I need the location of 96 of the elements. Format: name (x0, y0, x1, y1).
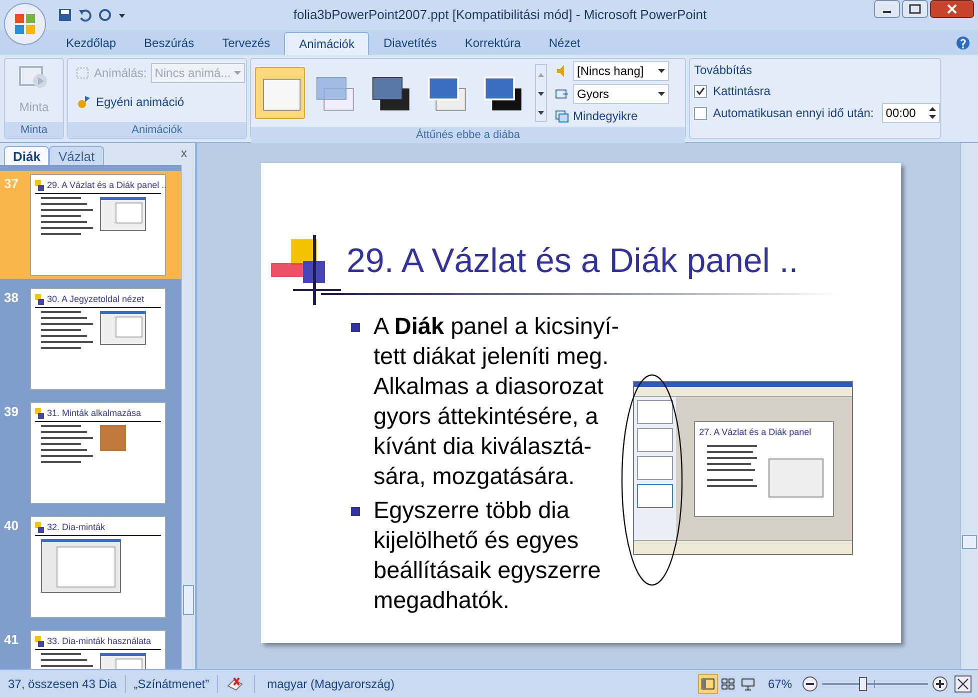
spin-arrows-icon (929, 107, 936, 119)
bullet-icon (350, 323, 360, 332)
logo-mark-icon (270, 235, 340, 305)
zoom-slider[interactable] (822, 676, 928, 692)
slide-number: 39 (4, 403, 20, 421)
speed-dropdown[interactable]: Gyors (573, 84, 669, 104)
slide-thumbnail[interactable]: 29. A Vázlat és a Diák panel .. (30, 174, 166, 276)
slide-thumbnail (637, 428, 674, 452)
thumbnail-title: 30. A Jegyzetoldal nézet (47, 293, 144, 306)
logo-mark-icon (35, 408, 45, 420)
screenshot-drawing (100, 310, 146, 344)
scrollbar[interactable] (181, 165, 195, 669)
gallery-scroll-buttons[interactable] (535, 64, 547, 122)
animate-label: Animálás: (94, 65, 147, 82)
slide-number: 40 (4, 517, 20, 535)
ribbon-tab[interactable]: Beszúrás (130, 32, 208, 55)
group-label: Animációk (68, 122, 246, 138)
slides-icon (555, 109, 569, 123)
minimize-icon[interactable] (874, 0, 900, 18)
panel-tab[interactable]: Diák (4, 146, 50, 165)
normal-view-icon (700, 676, 716, 690)
sound-dropdown[interactable]: [Nincs hang] (573, 61, 669, 81)
zoom-in-icon[interactable] (932, 676, 948, 692)
undo-icon[interactable] (78, 8, 92, 22)
slide-thumbnail-row[interactable]: 37 29. A Vázlat és a Diák panel .. (0, 171, 181, 279)
slide-thumbnail (637, 456, 674, 480)
bullet-text: Egyszerre több dia kijelölhető és egyes beállításaik egyszerre megadhatók. (374, 496, 601, 615)
language-name: magyar (Magyarország) (254, 674, 406, 692)
ribbon-tab[interactable]: Animációk (284, 32, 370, 55)
group-label: Minta (5, 122, 63, 138)
thumbnail-title: 29. A Vázlat és a Diák panel .. (47, 179, 167, 192)
logo-mark-icon (35, 294, 45, 306)
save-icon[interactable] (58, 8, 72, 22)
thumbnail-title: 32. Dia-minták (47, 521, 106, 534)
dropdown-arrow-icon (658, 92, 665, 96)
ribbon-tab[interactable]: Diavetítés (369, 32, 451, 55)
projector-icon (740, 676, 756, 690)
apply-to-all-button[interactable]: Mindegyikre (555, 107, 669, 125)
group-label: Áttűnés ebbe a diába (251, 127, 685, 143)
close-icon[interactable] (930, 0, 974, 18)
animation-icon (76, 94, 92, 110)
slide-thumbnail[interactable]: 32. Dia-minták (30, 516, 166, 618)
slide-thumbnail[interactable]: 33. Dia-minták használata (30, 630, 166, 669)
logo-mark-icon (35, 636, 45, 648)
checkbox[interactable] (694, 84, 707, 98)
slide-number: 41 (4, 631, 20, 649)
photo-placeholder (100, 424, 126, 450)
slide-thumbnail (637, 484, 674, 508)
maximize-icon[interactable] (902, 0, 928, 18)
help-icon[interactable] (956, 36, 970, 50)
office-button[interactable] (4, 3, 46, 45)
theme-name: „Színátmenet” (126, 674, 218, 692)
embedded-slide-title: 27. A Vázlat és a Diák panel (699, 426, 812, 439)
screenshot-drawing (100, 196, 146, 230)
slide-number: 37 (4, 175, 20, 193)
section-title: Továbbítás (694, 62, 754, 79)
dropdown-arrow-icon (234, 71, 241, 75)
slide-thumbnail[interactable]: 31. Minták alkalmazása (30, 402, 166, 504)
slide-thumbnail (637, 400, 674, 424)
check-icon (696, 86, 705, 96)
slide-thumbnail-row[interactable]: 40 32. Dia-minták (0, 513, 181, 621)
normal-view-icon[interactable] (698, 674, 718, 694)
logo-mark-icon (35, 180, 45, 192)
ribbon-tab[interactable]: Korrektúra (450, 32, 535, 55)
checkbox-label: Automatikusan ennyi idő után: (713, 105, 874, 122)
slider-thumb[interactable] (859, 676, 868, 690)
time-spin-field[interactable]: 00:00 (882, 103, 940, 123)
ribbon-tab[interactable]: Nézet (534, 32, 594, 55)
zoom-level[interactable]: 67% (758, 674, 802, 692)
logo-mark-icon (35, 522, 45, 534)
bullet-icon (350, 507, 360, 516)
slide-thumbnail-row[interactable]: 38 30. A Jegyzetoldal nézet (0, 285, 181, 393)
ribbon-tab[interactable]: Kezdőlap (52, 32, 130, 55)
slide-title: 29. A Vázlat és a Diák panel .. (346, 241, 798, 282)
ribbon-tab[interactable]: Tervezés (208, 32, 284, 55)
slide-thumbnail-row[interactable]: 41 33. Dia-minták használata (0, 627, 181, 669)
slide-position: 37, összesen 43 Dia (0, 674, 126, 692)
checkbox[interactable] (694, 106, 707, 120)
transition-thumbnail[interactable] (255, 67, 305, 119)
checkbox-label: Kattintásra (713, 83, 770, 100)
panel-close-button[interactable]: x (181, 144, 187, 162)
slide-number: 38 (4, 289, 20, 307)
thumbnail-title: 33. Dia-minták használata (47, 635, 152, 648)
zoom-out-icon[interactable] (802, 676, 818, 692)
bullet-text: A Diák panel a kicsinyí- tett diákat jeleníti meg. Alkalmas a diasorozat gyors áttekintésére, a kívánt dia kiválasztá- sára, mozgatására. (374, 312, 620, 491)
window-title: folia3bPowerPoint2007.ppt [Kompatibilitási mód] - Microsoft PowerPoint (292, 6, 708, 24)
grid-view-icon (720, 676, 736, 690)
fit-to-window-icon[interactable] (954, 674, 972, 692)
customize-arrow-icon[interactable] (118, 11, 126, 19)
panel-tab[interactable]: Vázlat (49, 146, 104, 165)
dropdown-arrow-icon (658, 69, 665, 73)
logo-icon (13, 12, 37, 36)
slide-thumbnail[interactable]: 30. A Jegyzetoldal nézet (30, 288, 166, 390)
scrollbar[interactable] (960, 143, 978, 669)
slide-thumbnail-row[interactable]: 39 31. Minták alkalmazása (0, 399, 181, 507)
thumbnail-title: 31. Minták alkalmazása (47, 407, 142, 420)
